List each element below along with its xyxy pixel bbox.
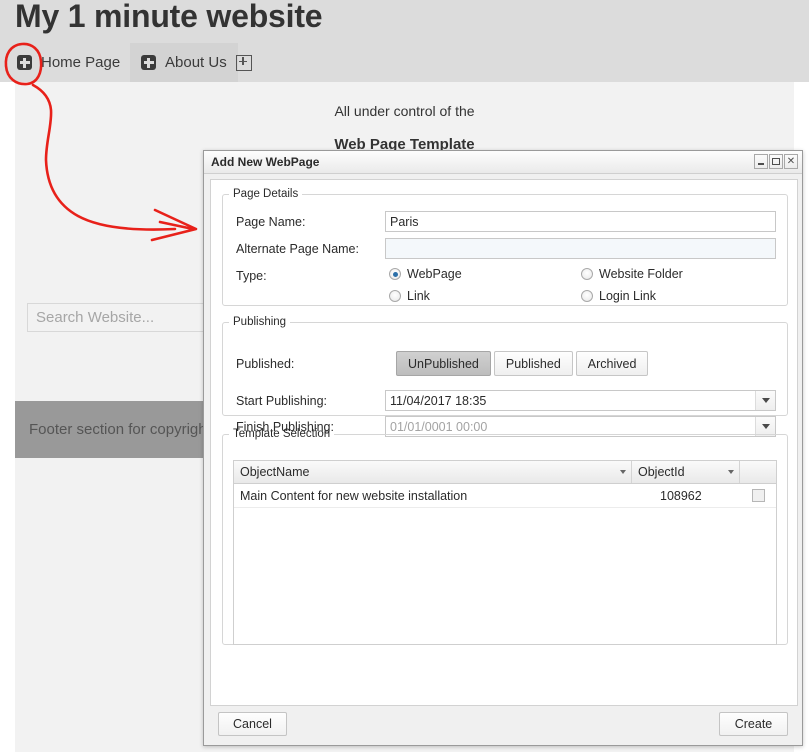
alternate-page-name-label: Alternate Page Name: (236, 242, 359, 256)
nav-tab-about-us[interactable]: About Us (130, 43, 238, 82)
publishing-legend: Publishing (233, 316, 287, 328)
dialog-titlebar[interactable]: Add New WebPage ✕ (204, 151, 802, 174)
start-publishing-combo[interactable]: 11/04/2017 18:35 (385, 390, 776, 411)
radio-label: WebPage (407, 267, 462, 281)
radio-option-webpage[interactable]: WebPage (389, 267, 462, 281)
plus-square-icon[interactable] (141, 55, 156, 70)
cell-select[interactable] (740, 484, 776, 507)
nav-tab-label: About Us (165, 54, 227, 71)
plus-square-icon[interactable] (17, 55, 32, 70)
grid-column-label: ObjectId (638, 465, 685, 479)
radio-option-website-folder[interactable]: Website Folder (581, 267, 683, 281)
dialog-title: Add New WebPage (211, 155, 320, 169)
radio-dot-icon[interactable] (389, 268, 401, 280)
plus-outline-icon[interactable] (236, 54, 252, 71)
template-selection-legend: Template Selection (233, 428, 331, 440)
start-publishing-label: Start Publishing: (236, 394, 328, 408)
radio-option-link[interactable]: Link (389, 289, 430, 303)
maximize-icon[interactable] (769, 154, 783, 169)
cell-object-id: 108962 (660, 488, 702, 503)
template-grid[interactable]: ObjectName ObjectId Main Content for new… (233, 460, 777, 645)
site-navbar: Home Page About Us (0, 43, 809, 82)
radio-dot-icon[interactable] (581, 290, 593, 302)
close-icon[interactable]: ✕ (784, 154, 798, 169)
nav-tab-home-page[interactable]: Home Page (6, 43, 131, 82)
page-details-group: Page Details Page Name: Alternate Page N… (222, 188, 788, 306)
radio-option-login-link[interactable]: Login Link (581, 289, 656, 303)
radio-label: Website Folder (599, 267, 683, 281)
add-new-webpage-dialog[interactable]: Add New WebPage ✕ Page Details Page Name… (203, 150, 803, 746)
grid-header-row: ObjectName ObjectId (234, 461, 776, 484)
page-title: My 1 minute website (15, 0, 323, 34)
grid-column-label: ObjectName (240, 465, 310, 479)
chevron-down-icon[interactable] (755, 391, 775, 410)
alternate-page-name-input[interactable] (385, 238, 776, 259)
grid-column-objectname[interactable]: ObjectName (234, 461, 632, 483)
nav-tab-add-page[interactable] (228, 43, 260, 82)
toggle-unpublished[interactable]: UnPublished (396, 351, 491, 376)
grid-column-objectid[interactable]: ObjectId (632, 461, 740, 483)
publishing-group: Publishing Published: UnPublished Publis… (222, 316, 788, 437)
dialog-body: Page Details Page Name: Alternate Page N… (210, 179, 798, 706)
radio-label: Link (407, 289, 430, 303)
cell-object-name: Main Content for new website installatio… (240, 488, 468, 503)
page-name-label: Page Name: (236, 215, 306, 229)
template-selection-group: Template Selection ObjectName ObjectId M… (222, 428, 788, 645)
filter-chevron-down-icon[interactable] (615, 470, 631, 474)
cancel-button[interactable]: Cancel (218, 712, 287, 736)
radio-dot-icon[interactable] (389, 290, 401, 302)
published-toggle-group[interactable]: UnPublished Published Archived (396, 351, 651, 376)
radio-dot-icon[interactable] (581, 268, 593, 280)
nav-tab-label: Home Page (41, 54, 121, 71)
radio-label: Login Link (599, 289, 656, 303)
published-label: Published: (236, 357, 295, 371)
dialog-footer: Cancel Create (204, 708, 802, 745)
row-checkbox[interactable] (751, 489, 765, 502)
type-label: Type: (236, 269, 267, 283)
filter-chevron-down-icon[interactable] (723, 470, 739, 474)
minimize-icon[interactable] (754, 154, 768, 169)
grid-column-select (740, 461, 776, 483)
toggle-published[interactable]: Published (493, 351, 573, 376)
toggle-archived[interactable]: Archived (575, 351, 649, 376)
window-controls[interactable]: ✕ (754, 154, 798, 169)
create-button[interactable]: Create (719, 712, 788, 736)
page-name-input[interactable] (385, 211, 776, 232)
content-heading-line-1: All under control of the (334, 103, 475, 119)
page-details-legend: Page Details (233, 188, 299, 200)
start-publishing-value: 11/04/2017 18:35 (390, 393, 487, 408)
table-row[interactable]: Main Content for new website installatio… (234, 484, 776, 508)
